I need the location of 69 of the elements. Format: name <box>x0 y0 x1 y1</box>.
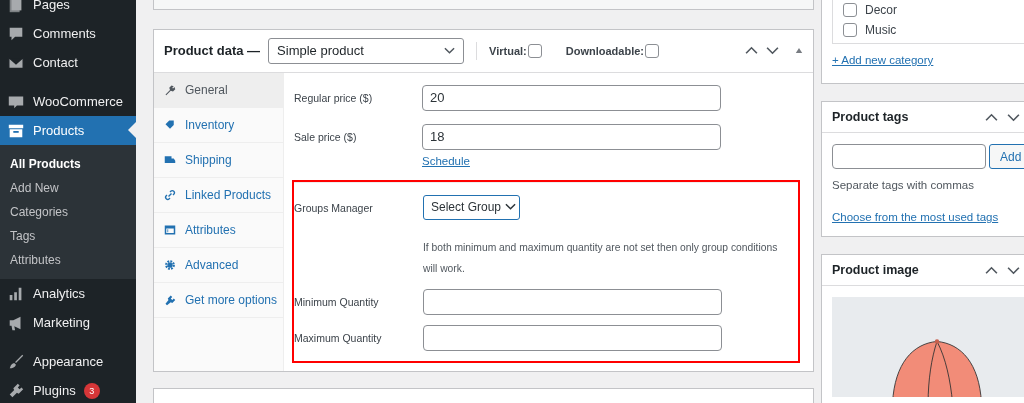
tag-icon <box>164 118 176 131</box>
move-up-icon[interactable] <box>985 265 998 275</box>
input-field[interactable]: 18 <box>422 123 721 150</box>
panel-tab[interactable]: Advanced <box>154 247 283 283</box>
checkbox[interactable] <box>645 43 659 58</box>
update-count-badge: 3 <box>83 382 100 399</box>
menu-item[interactable]: Pages <box>0 0 136 19</box>
field-label: Regular price ($) <box>294 90 374 106</box>
tag-input[interactable] <box>832 144 986 169</box>
gear-icon <box>164 258 176 271</box>
move-down-icon[interactable] <box>766 46 779 56</box>
checkbox-label: Music <box>865 23 897 37</box>
wrench-icon <box>164 83 176 96</box>
submenu-item[interactable]: All Products <box>0 152 136 176</box>
help-text: If both minimum and maximum quantity are not set then only group conditions will work. <box>423 240 779 276</box>
checkbox[interactable] <box>527 43 542 58</box>
move-up-icon[interactable] <box>745 46 758 56</box>
checkbox[interactable] <box>843 23 857 37</box>
menu-item[interactable]: Products <box>0 116 136 145</box>
chevron-down-icon <box>444 46 456 55</box>
menu-item[interactable]: Marketing <box>0 308 136 337</box>
panel-tab[interactable]: Linked Products <box>154 177 283 213</box>
panel-tab[interactable]: Inventory <box>154 107 283 143</box>
move-down-icon[interactable] <box>1007 265 1020 275</box>
field-label: Minimum Quantity <box>294 294 380 310</box>
submenu-item[interactable]: Attributes <box>0 248 136 272</box>
panel-tab[interactable]: General <box>154 72 283 108</box>
brush-icon <box>7 352 25 371</box>
panel-title: Product tags <box>832 110 909 124</box>
checkbox-label: Decor <box>865 3 897 17</box>
menu-item[interactable]: Appearance <box>0 347 136 376</box>
link-icon <box>164 188 176 201</box>
menu-item[interactable]: Contact <box>0 48 136 77</box>
panel-tab[interactable]: Attributes <box>154 212 283 248</box>
input-field[interactable] <box>423 324 722 351</box>
truck-icon <box>164 153 176 166</box>
panel-tab[interactable]: Get more options <box>154 282 283 318</box>
product-type-select[interactable]: Simple product <box>268 37 465 64</box>
panel-tab[interactable]: Shipping <box>154 142 283 178</box>
hint-text: Separate tags with commas <box>832 179 975 191</box>
input-field[interactable] <box>423 288 722 315</box>
field-label: Maximum Quantity <box>294 330 383 346</box>
field-label: Groups Manager <box>294 200 374 216</box>
group-select[interactable]: Select Group <box>423 194 520 220</box>
move-down-icon[interactable] <box>1007 112 1020 122</box>
menu-item[interactable]: Plugins 3 <box>0 376 136 403</box>
add-button[interactable]: Add <box>989 144 1024 169</box>
input-field[interactable]: 20 <box>422 84 721 111</box>
table-icon <box>164 223 176 236</box>
chevron-down-icon <box>505 203 517 212</box>
schedule-link[interactable]: Schedule <box>422 154 721 167</box>
field-label: Sale price ($) <box>294 129 358 145</box>
submenu-item[interactable]: Add New <box>0 176 136 200</box>
panel-title: Product data — <box>164 43 261 59</box>
panel-title: Product image <box>832 263 919 277</box>
collapse-icon[interactable] <box>795 47 803 55</box>
menu-item[interactable]: Analytics <box>0 279 136 308</box>
add-category-link[interactable]: + Add new category <box>832 54 934 66</box>
checkbox-label: Virtual: <box>489 44 527 57</box>
checkbox[interactable] <box>843 3 857 17</box>
move-up-icon[interactable] <box>985 112 998 122</box>
checkbox-label: Downloadable: <box>565 44 644 57</box>
menu-item[interactable]: Comments <box>0 19 136 48</box>
submenu-item[interactable]: Categories <box>0 200 136 224</box>
most-used-tags-link[interactable]: Choose from the most used tags <box>832 211 999 223</box>
menu-item[interactable]: WooCommerce <box>0 87 136 116</box>
submenu-item[interactable]: Tags <box>0 224 136 248</box>
plug-icon <box>7 381 25 400</box>
current-pointer-icon <box>128 122 136 138</box>
